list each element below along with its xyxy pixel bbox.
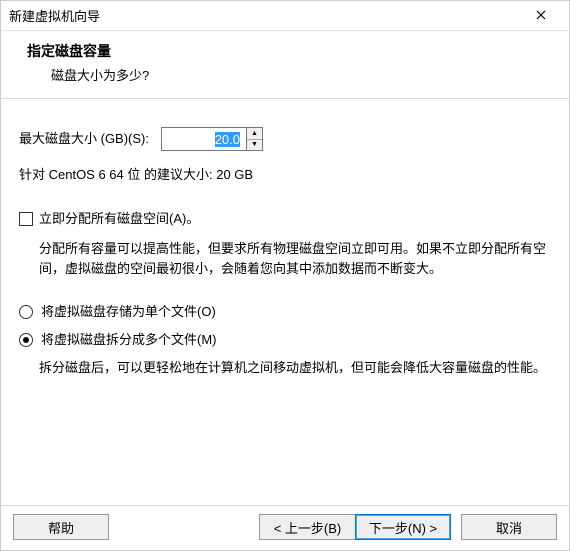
allocate-description: 分配所有容量可以提高性能，但要求所有物理磁盘空间立即可用。如果不立即分配所有空间…	[19, 239, 551, 279]
page-subtitle: 磁盘大小为多少?	[27, 65, 561, 84]
help-button[interactable]: 帮助	[13, 514, 109, 540]
store-single-file-label: 将虚拟磁盘存储为单个文件(O)	[41, 302, 216, 322]
content-area: 最大磁盘大小 (GB)(S): ▲ ▼ 针对 CentOS 6 64 位 的建议…	[1, 99, 569, 505]
store-single-file-radio-row[interactable]: 将虚拟磁盘存储为单个文件(O)	[19, 302, 551, 322]
titlebar: 新建虚拟机向导	[1, 1, 569, 31]
back-button[interactable]: < 上一步(B)	[259, 514, 355, 540]
cancel-button[interactable]: 取消	[461, 514, 557, 540]
allocate-now-checkbox-row[interactable]: 立即分配所有磁盘空间(A)。	[19, 209, 551, 229]
suggested-size-text: 针对 CentOS 6 64 位 的建议大小: 20 GB	[19, 165, 551, 185]
spinner-up-icon[interactable]: ▲	[247, 128, 262, 140]
split-multiple-files-label: 将虚拟磁盘拆分成多个文件(M)	[41, 330, 217, 350]
disk-size-input[interactable]	[161, 127, 247, 151]
next-button[interactable]: 下一步(N) >	[355, 514, 451, 540]
store-single-file-radio[interactable]	[19, 305, 33, 319]
spinner-down-icon[interactable]: ▼	[247, 140, 262, 151]
button-bar: 帮助 < 上一步(B) 下一步(N) > 取消	[1, 505, 569, 550]
wizard-header: 指定磁盘容量 磁盘大小为多少?	[1, 31, 569, 99]
max-disk-size-row: 最大磁盘大小 (GB)(S): ▲ ▼	[19, 127, 551, 151]
radio-selected-icon	[23, 337, 29, 343]
page-title: 指定磁盘容量	[27, 41, 561, 61]
allocate-now-label: 立即分配所有磁盘空间(A)。	[39, 209, 199, 229]
split-multiple-files-radio[interactable]	[19, 333, 33, 347]
max-disk-size-label: 最大磁盘大小 (GB)(S):	[19, 129, 149, 149]
disk-size-spinner[interactable]: ▲ ▼	[161, 127, 263, 151]
close-button[interactable]	[521, 7, 561, 24]
split-description: 拆分磁盘后，可以更轻松地在计算机之间移动虚拟机，但可能会降低大容量磁盘的性能。	[19, 358, 551, 378]
close-icon	[536, 10, 546, 20]
spinner-buttons: ▲ ▼	[247, 127, 263, 151]
wizard-window: 新建虚拟机向导 指定磁盘容量 磁盘大小为多少? 最大磁盘大小 (GB)(S): …	[0, 0, 570, 551]
allocate-now-checkbox[interactable]	[19, 212, 33, 226]
split-multiple-files-radio-row[interactable]: 将虚拟磁盘拆分成多个文件(M)	[19, 330, 551, 350]
window-title: 新建虚拟机向导	[9, 6, 521, 25]
